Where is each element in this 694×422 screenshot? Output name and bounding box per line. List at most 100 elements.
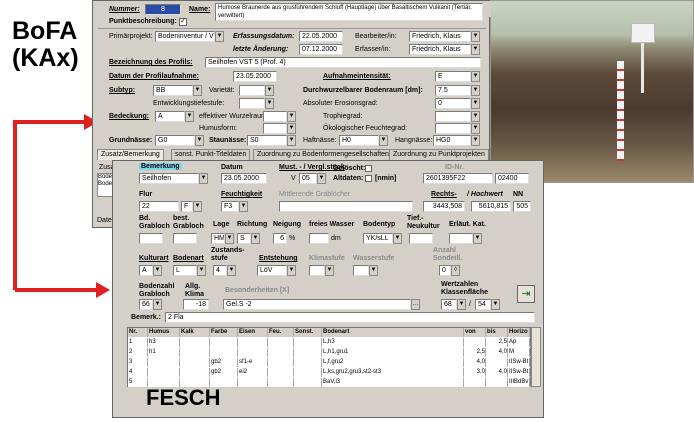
erosion-field[interactable]: 0 (435, 98, 471, 109)
cell-bodenart[interactable]: L,ks,gru2,gru3,st2-st3 (322, 368, 464, 377)
hochwert-field[interactable]: 5610,815 (471, 201, 511, 212)
tab-punktprojekte[interactable]: Zuordnung zu Punktprojekten (389, 149, 489, 160)
erfasser-dropdown[interactable]: ▼ (471, 44, 480, 55)
cell-bis[interactable] (486, 378, 508, 387)
haftnaesse-field[interactable]: H0 (339, 135, 379, 146)
erlaeut-field[interactable] (449, 233, 473, 244)
cell-sonst[interactable] (294, 368, 322, 377)
anzahl-sondeill-stepper[interactable]: ◊ (451, 265, 460, 276)
cell-bodenart[interactable]: L,h3 (322, 338, 464, 347)
lage-field[interactable]: HM (211, 233, 225, 244)
aufnahme-dropdown[interactable]: ▼ (471, 71, 480, 82)
wasserstufe-field[interactable] (353, 265, 369, 276)
bemerkung-dropdown[interactable]: ▼ (199, 173, 208, 184)
tief-neukultur-field[interactable] (409, 233, 433, 244)
feuchtigkeit-field[interactable]: F3 (221, 201, 239, 212)
table-row[interactable]: 3 gb2 sf1-e L,f,gru2 4,0 IISw-Bt (128, 358, 532, 367)
subtyp-field[interactable]: BB (153, 85, 193, 96)
klimastufe-field[interactable] (309, 265, 325, 276)
cell-sonst[interactable] (294, 338, 322, 347)
cell-nr[interactable]: 1 (128, 338, 148, 347)
allg-klima-field[interactable]: -18 (183, 299, 209, 310)
haftnaesse-dropdown[interactable]: ▼ (379, 135, 388, 146)
richtung-dropdown[interactable]: ▼ (251, 233, 260, 244)
cell-farbe[interactable] (210, 338, 238, 347)
erfassungsdatum-field[interactable]: 22.05.2000 (299, 31, 343, 42)
cell-bis[interactable]: 4,0 (486, 348, 508, 357)
kulturart-field[interactable]: A (139, 265, 153, 276)
freies-wasser-field[interactable] (309, 233, 329, 244)
name-field[interactable]: Humose Braunerde aus grusführendem Schlu… (215, 3, 483, 21)
humusform-field[interactable] (263, 123, 287, 134)
varietaet-dropdown[interactable]: ▼ (265, 85, 274, 96)
tab-zusatz[interactable]: Zusatz/Bemerkung (97, 149, 164, 160)
cell-farbe[interactable]: gb2 (210, 358, 238, 367)
bodentyp-field[interactable]: YK/sLL (363, 233, 393, 244)
cell-humus[interactable]: h3 (148, 338, 180, 347)
wertzahl2-field[interactable]: 54 (475, 299, 491, 310)
cell-humus[interactable]: h1 (148, 348, 180, 357)
cell-von[interactable]: 4,0 (464, 358, 486, 367)
cell-eisen[interactable]: sf1-e (238, 358, 268, 367)
wertzahl1-dropdown[interactable]: ▼ (457, 299, 466, 310)
bearbeiter-dropdown[interactable]: ▼ (471, 31, 480, 42)
cell-feu[interactable] (268, 348, 294, 357)
wurzelraum-dropdown[interactable]: ▼ (287, 111, 296, 122)
cell-nr[interactable]: 2 (128, 348, 148, 357)
bemerkung-field[interactable]: Seilhofen (139, 173, 199, 184)
cell-von[interactable]: 2,5 (464, 348, 486, 357)
cell-bodenart[interactable]: BaV,l3 (322, 378, 464, 387)
cell-humus[interactable] (148, 358, 180, 367)
cell-von[interactable] (464, 338, 486, 347)
cell-horizont[interactable]: IISw-Bt (508, 358, 530, 367)
lage-dropdown[interactable]: ▼ (225, 233, 234, 244)
datum-field[interactable]: 23.05.2000 (221, 173, 267, 184)
cell-sonst[interactable] (294, 358, 322, 367)
wurzelraum-field[interactable] (263, 111, 287, 122)
flur-dropdown[interactable]: ▼ (193, 201, 202, 212)
staunaesse-dropdown[interactable]: ▼ (287, 135, 296, 146)
wasserstufe-dropdown[interactable]: ▼ (369, 265, 378, 276)
trophie-dropdown[interactable]: ▼ (471, 111, 480, 122)
staunaesse-field[interactable]: S0 (247, 135, 287, 146)
zusatz-textarea[interactable]: BodeninvBodenscl (97, 173, 113, 197)
cell-eisen[interactable]: ei2 (238, 368, 268, 377)
richtung-field[interactable]: S (237, 233, 251, 244)
best-grabloch-field[interactable] (173, 233, 197, 244)
aufnahme-field[interactable]: E (435, 71, 471, 82)
cell-sonst[interactable] (294, 378, 322, 387)
cell-horizont[interactable]: M (508, 348, 530, 357)
table-scrollbar[interactable] (531, 327, 541, 387)
durchwurzel-dropdown[interactable]: ▼ (471, 85, 480, 96)
cell-nr[interactable]: 4 (128, 368, 148, 377)
cell-von[interactable] (464, 378, 486, 387)
must-num-field[interactable]: 05 (299, 173, 317, 184)
neigung-field[interactable]: 6 (273, 233, 287, 244)
exit-door-icon[interactable]: ⇥ (517, 285, 535, 303)
varietaet-field[interactable] (239, 85, 265, 96)
zustandsstufe-dropdown[interactable]: ▼ (227, 265, 236, 276)
cell-bis[interactable]: 2,5 (486, 338, 508, 347)
bd-grabloch-field[interactable] (139, 233, 163, 244)
grundnaesse-field[interactable]: G0 (155, 135, 195, 146)
primaerprojekt-dropdown[interactable]: ▼ (215, 31, 224, 42)
punktbeschreibung-checkbox[interactable]: ✓ (179, 18, 187, 26)
letzte-aenderung-field[interactable]: 07.12.2000 (299, 44, 343, 55)
cell-humus[interactable] (148, 368, 180, 377)
cell-kalk[interactable] (180, 348, 210, 357)
erlaeut-dropdown[interactable]: ▼ (473, 233, 482, 244)
cell-kalk[interactable] (180, 368, 210, 377)
table-row[interactable]: 4 gb2 ei2 L,ks,gru2,gru3,st2-st3 3,0 4,0 IISw-… (128, 368, 532, 377)
must-dropdown[interactable]: ▼ (317, 173, 326, 184)
cell-kalk[interactable] (180, 338, 210, 347)
idnr-field[interactable]: 2601395F22 (423, 173, 493, 184)
besonderheiten-button[interactable]: … (411, 299, 420, 310)
bezeichnung-field[interactable]: Seilhofen VST 5 (Prof. 4) (205, 57, 481, 68)
bearbeiter-field[interactable]: Friedrich, Klaus (409, 31, 471, 42)
rechts-field[interactable]: 3443,508 (423, 201, 465, 212)
cell-bis[interactable] (486, 358, 508, 367)
bodenart-field[interactable]: L (173, 265, 197, 276)
mitt-field[interactable] (279, 201, 413, 212)
idnr-suffix-field[interactable]: 02400 (495, 173, 529, 184)
nn-field[interactable]: 505 (513, 201, 531, 212)
